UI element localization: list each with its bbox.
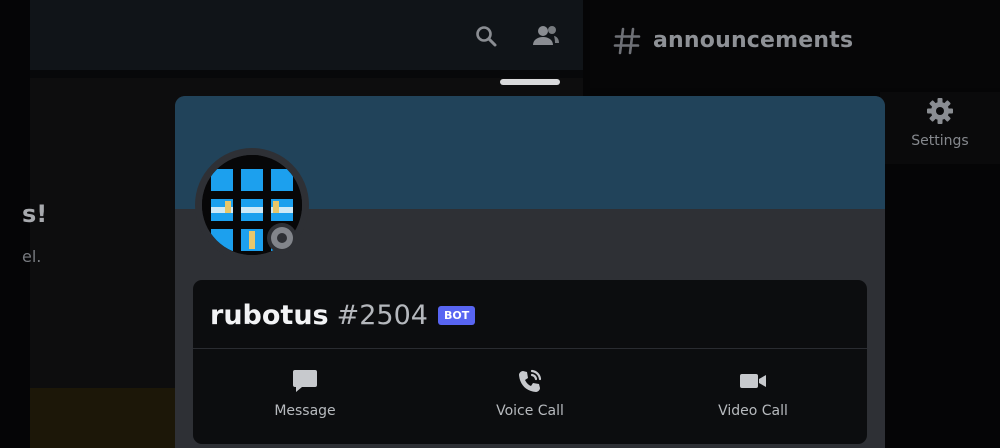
bot-badge: BOT — [437, 306, 476, 325]
welcome-text: el. — [22, 247, 42, 266]
search-icon[interactable] — [470, 20, 502, 52]
message-label: Message — [274, 403, 336, 419]
status-indicator — [267, 223, 297, 253]
settings-label[interactable]: Settings — [880, 133, 1000, 149]
offline-status-icon — [271, 227, 293, 249]
members-icon[interactable] — [528, 20, 564, 52]
discriminator: #2504 — [336, 300, 428, 331]
username: rubotus — [210, 300, 329, 331]
name-row: rubotus #2504 BOT — [210, 300, 476, 331]
user-profile-sheet: rubotus #2504 BOT Message Voice Call Vid… — [175, 96, 885, 448]
video-call-button[interactable]: Video Call — [641, 366, 865, 426]
app-screen: s! el. announcements Settings rubotus #2… — [0, 0, 1000, 448]
voice-call-button[interactable]: Voice Call — [418, 366, 642, 426]
welcome-title: s! — [22, 200, 48, 228]
sheet-drag-handle[interactable] — [500, 79, 560, 85]
video-camera-icon — [738, 366, 768, 396]
gear-icon[interactable] — [926, 97, 954, 125]
hash-icon — [612, 26, 642, 56]
video-call-label: Video Call — [718, 403, 788, 419]
voice-call-label: Voice Call — [496, 403, 564, 419]
card-divider — [193, 348, 867, 349]
profile-card: rubotus #2504 BOT Message Voice Call Vid… — [193, 280, 867, 444]
channel-title: announcements — [653, 28, 854, 53]
message-icon — [290, 366, 320, 396]
message-button[interactable]: Message — [193, 366, 417, 426]
phone-call-icon — [515, 366, 545, 396]
chat-header-shadow — [30, 70, 583, 78]
